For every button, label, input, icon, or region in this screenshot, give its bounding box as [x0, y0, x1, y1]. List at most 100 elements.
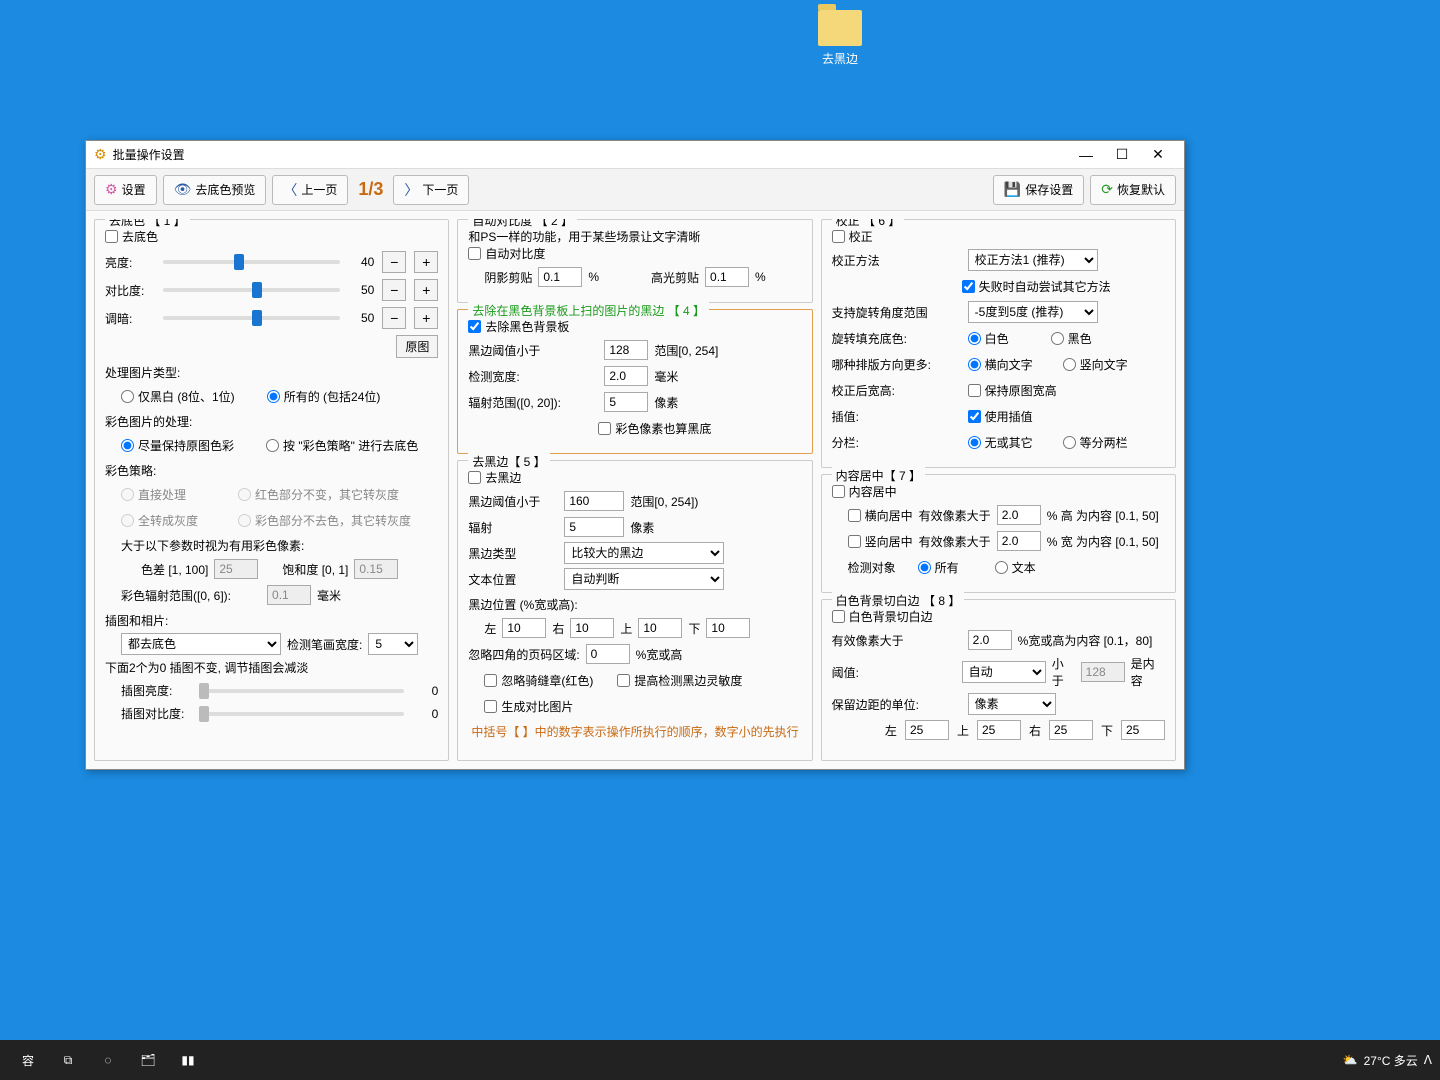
app1-icon[interactable]: ◌ — [88, 1040, 128, 1080]
illus-bright-value: 0 — [412, 684, 438, 698]
contrast-minus[interactable]: − — [382, 279, 406, 301]
taskview-icon[interactable]: ⧉ — [48, 1040, 88, 1080]
blackbg-radius-input[interactable] — [604, 392, 648, 412]
edge-top-input[interactable] — [638, 618, 682, 638]
brightness-plus[interactable]: + — [414, 251, 438, 273]
color-strategy-radio[interactable]: 按 "彩色策略" 进行去底色 — [266, 437, 418, 454]
border-thresh-input[interactable] — [564, 491, 624, 511]
margin-bottom-input[interactable] — [1121, 720, 1165, 740]
all-gray-radio[interactable]: 全转成灰度 — [121, 512, 198, 529]
window-title: 批量操作设置 — [113, 146, 185, 163]
remove-bg-checkbox[interactable]: 去底色 — [105, 228, 438, 245]
correction-method-select[interactable]: 校正方法1 (推荐) — [968, 249, 1098, 271]
brightness-slider[interactable] — [163, 260, 340, 264]
border-type-select[interactable]: 比较大的黑边 — [564, 542, 724, 564]
target-all-radio[interactable]: 所有 — [918, 559, 959, 576]
remove-blackbg-checkbox[interactable]: 去除黑色背景板 — [468, 318, 801, 335]
detect-width-input[interactable] — [604, 366, 648, 386]
hcenter-checkbox[interactable]: 横向居中 — [848, 507, 913, 524]
vcenter-checkbox[interactable]: 竖向居中 — [848, 533, 913, 550]
fallback-checkbox[interactable]: 失败时自动尝试其它方法 — [962, 278, 1111, 295]
settings-button[interactable]: ⚙设置 — [94, 175, 157, 205]
radius-input[interactable] — [267, 585, 311, 605]
center-checkbox[interactable]: 内容居中 — [832, 483, 1165, 500]
crop-white-checkbox[interactable]: 白色背景切白边 — [832, 608, 1165, 625]
section-legend: 内容居中【 7 】 — [832, 467, 925, 484]
tray-chevron-icon[interactable]: ᐱ — [1424, 1053, 1432, 1067]
gen-compare-checkbox[interactable]: 生成对比图片 — [484, 698, 573, 715]
explorer-icon[interactable]: 🗂 — [128, 1040, 168, 1080]
close-button[interactable]: ✕ — [1140, 143, 1176, 167]
keep-ratio-checkbox[interactable]: 保持原图宽高 — [968, 382, 1057, 399]
edge-bottom-input[interactable] — [706, 618, 750, 638]
hcenter-input[interactable] — [997, 505, 1041, 525]
color-as-black-checkbox[interactable]: 彩色像素也算黑底 — [598, 420, 711, 437]
direct-radio[interactable]: 直接处理 — [121, 486, 186, 503]
auto-contrast-checkbox[interactable]: 自动对比度 — [468, 245, 801, 262]
crop-pxgt-input[interactable] — [968, 630, 1012, 650]
contrast-plus[interactable]: + — [414, 279, 438, 301]
illus-contrast-slider[interactable] — [199, 712, 404, 716]
blackbg-thresh-input[interactable] — [604, 340, 648, 360]
illus-mode-select[interactable]: 都去底色 — [121, 633, 281, 655]
preview-button[interactable]: 👁去底色预览 — [163, 175, 267, 205]
layout-h-radio[interactable]: 横向文字 — [968, 356, 1033, 373]
fill-black-radio[interactable]: 黑色 — [1051, 330, 1092, 347]
color-diff-input[interactable] — [214, 559, 258, 579]
shadow-input[interactable] — [538, 267, 582, 287]
target-text-radio[interactable]: 文本 — [995, 559, 1036, 576]
desktop-shortcut[interactable]: 去黑边 — [810, 10, 870, 67]
section-remove-black-border: 去黑边【 5 】 去黑边 黑边阈值小于范围[0, 254]) 辐射像素 黑边类型… — [457, 460, 812, 761]
section-correction: 校正 【 6 】 校正 校正方法校正方法1 (推荐) 失败时自动尝试其它方法 支… — [821, 219, 1176, 468]
fill-white-radio[interactable]: 白色 — [968, 330, 1009, 347]
border-radius-input[interactable] — [564, 517, 624, 537]
interp-checkbox[interactable]: 使用插值 — [968, 408, 1033, 425]
margin-top-input[interactable] — [977, 720, 1021, 740]
app2-icon[interactable]: ▮▮ — [168, 1040, 208, 1080]
imgtype-bw-radio[interactable]: 仅黑白 (8位、1位) — [121, 388, 235, 405]
remove-border-checkbox[interactable]: 去黑边 — [468, 469, 801, 486]
edge-right-input[interactable] — [570, 618, 614, 638]
red-keep-radio[interactable]: 红色部分不变，其它转灰度 — [238, 486, 399, 503]
illus-bright-slider[interactable] — [199, 689, 404, 693]
keep-color-radio[interactable]: 尽量保持原图色彩 — [121, 437, 234, 454]
original-button[interactable]: 原图 — [396, 335, 438, 358]
margin-unit-select[interactable]: 像素 — [968, 693, 1056, 715]
brightness-minus[interactable]: − — [382, 251, 406, 273]
imgtype-all-radio[interactable]: 所有的 (包括24位) — [267, 388, 381, 405]
illus-contrast-label: 插图对比度: — [121, 705, 191, 722]
darken-plus[interactable]: + — [414, 307, 438, 329]
vcenter-input[interactable] — [997, 531, 1041, 551]
eye-icon: 👁 — [174, 181, 192, 198]
save-button[interactable]: 💾保存设置 — [993, 175, 1084, 205]
system-tray[interactable]: ⛅ 27°C 多云 ᐱ — [1343, 1052, 1432, 1069]
text-pos-select[interactable]: 自动判断 — [564, 568, 724, 590]
prev-page-button[interactable]: 〈上一页 — [272, 175, 348, 205]
sat-input[interactable] — [354, 559, 398, 579]
next-page-button[interactable]: 〉下一页 — [393, 175, 469, 205]
angle-range-select[interactable]: -5度到5度 (推荐) — [968, 301, 1098, 323]
margin-right-input[interactable] — [1049, 720, 1093, 740]
ignore-seam-checkbox[interactable]: 忽略骑缝章(红色) — [484, 672, 593, 689]
contrast-slider[interactable] — [163, 288, 340, 292]
pen-width-select[interactable]: 5 — [368, 633, 418, 655]
ignore-corner-input[interactable] — [586, 644, 630, 664]
reset-button[interactable]: ⟳恢复默认 — [1090, 175, 1176, 205]
crop-thresh-select[interactable]: 自动 — [962, 661, 1046, 683]
highlight-input[interactable] — [705, 267, 749, 287]
darken-slider[interactable] — [163, 316, 340, 320]
enhance-detect-checkbox[interactable]: 提高检测黑边灵敏度 — [617, 672, 742, 689]
color-keep-radio[interactable]: 彩色部分不去色，其它转灰度 — [238, 512, 411, 529]
crop-lt-input[interactable] — [1081, 662, 1125, 682]
cols-split-radio[interactable]: 等分两栏 — [1063, 434, 1128, 451]
layout-v-radio[interactable]: 竖向文字 — [1063, 356, 1128, 373]
minimize-button[interactable]: — — [1068, 143, 1104, 167]
edge-left-input[interactable] — [502, 618, 546, 638]
maximize-button[interactable]: ☐ — [1104, 143, 1140, 167]
darken-minus[interactable]: − — [382, 307, 406, 329]
taskbar-search-label[interactable]: 容 — [8, 1040, 48, 1080]
margin-left-input[interactable] — [905, 720, 949, 740]
correction-checkbox[interactable]: 校正 — [832, 228, 1165, 245]
cols-none-radio[interactable]: 无或其它 — [968, 434, 1033, 451]
section-legend: 去除在黑色背景板上扫的图片的黑边 【 4 】 — [468, 302, 709, 319]
